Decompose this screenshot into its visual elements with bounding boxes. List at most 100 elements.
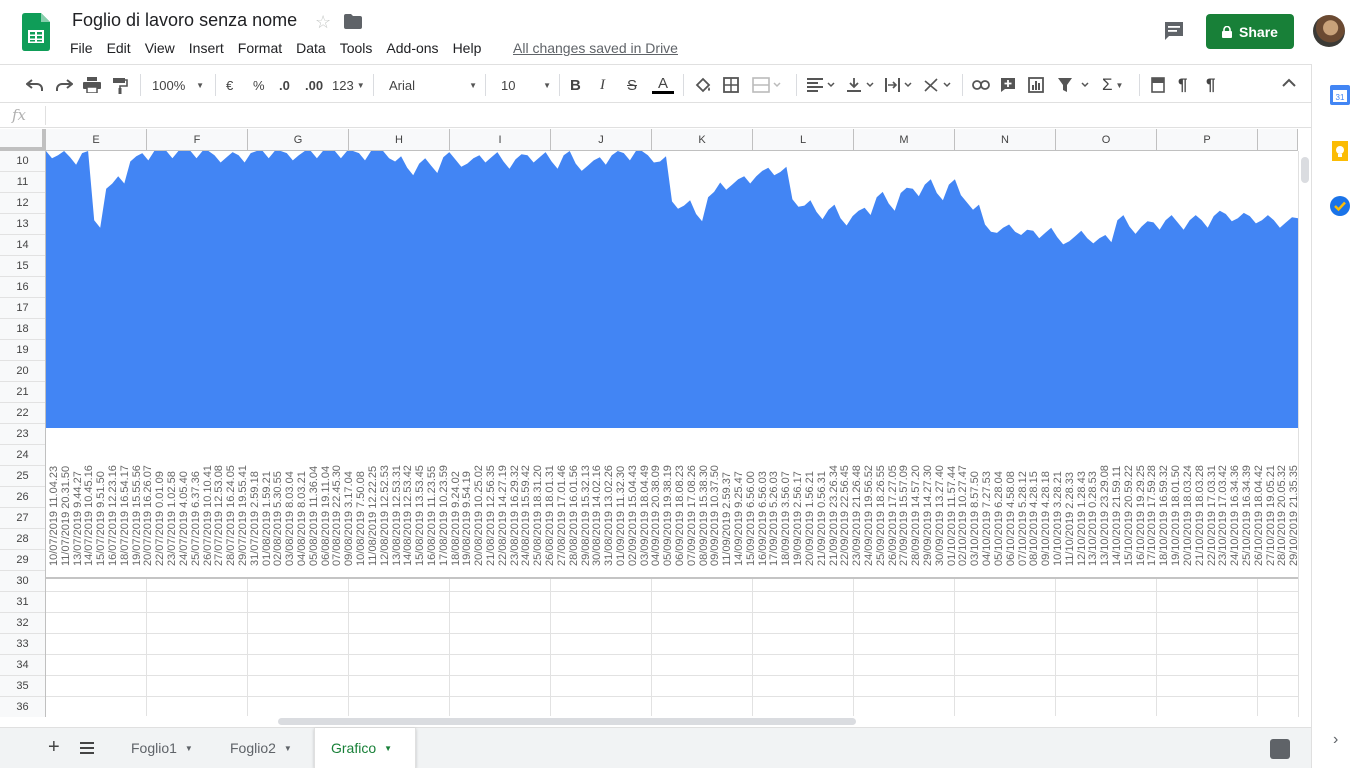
keep-icon[interactable] <box>1329 140 1351 162</box>
row-header-30[interactable]: 30 <box>0 571 45 592</box>
menu-file[interactable]: File <box>70 38 100 58</box>
column-header-partial[interactable] <box>1258 129 1298 151</box>
column-header-n[interactable]: N <box>955 129 1056 151</box>
sheet-tab-grafico[interactable]: Grafico ▼ <box>314 728 416 768</box>
all-sheets-list-icon[interactable] <box>80 742 94 754</box>
row-header-36[interactable]: 36 <box>0 697 45 717</box>
avatar[interactable] <box>1313 15 1345 47</box>
merge-cells-icon[interactable] <box>752 74 782 96</box>
text-color-icon[interactable]: A <box>652 74 674 96</box>
more-formats-select[interactable]: 123 ▼ <box>332 74 365 96</box>
row-header-10[interactable]: 10 <box>0 151 45 172</box>
document-title[interactable]: Foglio di lavoro senza nome <box>72 10 297 31</box>
star-icon[interactable]: ☆ <box>315 12 331 33</box>
align-icon[interactable] <box>807 74 835 96</box>
row-header-15[interactable]: 15 <box>0 256 45 277</box>
row-header-11[interactable]: 11 <box>0 172 45 193</box>
collapse-menus-icon[interactable] <box>1282 75 1296 93</box>
column-header-p[interactable]: P <box>1157 129 1258 151</box>
calendar-icon[interactable]: 31 <box>1329 84 1351 106</box>
column-header-g[interactable]: G <box>248 129 349 151</box>
menu-insert[interactable]: Insert <box>189 38 231 58</box>
italic-icon[interactable]: I <box>600 74 605 96</box>
insert-link-icon[interactable] <box>972 74 990 96</box>
menu-edit[interactable]: Edit <box>107 38 138 58</box>
row-header-31[interactable]: 31 <box>0 592 45 613</box>
column-header-h[interactable]: H <box>349 129 450 151</box>
horizontal-scrollbar[interactable] <box>46 716 1298 727</box>
font-size-select[interactable]: 10 ▼ <box>501 74 551 96</box>
row-header-27[interactable]: 27 <box>0 508 45 529</box>
column-header-l[interactable]: L <box>753 129 854 151</box>
embedded-chart[interactable]: 10/07/2019 11.04.23 11/07/2019 20.31.50 13… <box>46 151 1298 579</box>
row-header-23[interactable]: 23 <box>0 424 45 445</box>
comment-icon[interactable] <box>1163 20 1185 42</box>
folder-icon[interactable] <box>344 14 362 29</box>
rtl-text-direction-icon[interactable]: ¶ <box>1206 74 1215 96</box>
row-header-28[interactable]: 28 <box>0 529 45 550</box>
row-header-17[interactable]: 17 <box>0 298 45 319</box>
currency-format-button[interactable]: € <box>226 74 233 96</box>
row-header-19[interactable]: 19 <box>0 340 45 361</box>
horizontal-scroll-thumb[interactable] <box>278 718 856 725</box>
vertical-scrollbar[interactable] <box>1298 151 1311 717</box>
row-header-26[interactable]: 26 <box>0 487 45 508</box>
menu-view[interactable]: View <box>145 38 182 58</box>
row-header-20[interactable]: 20 <box>0 361 45 382</box>
strikethrough-icon[interactable]: S <box>627 74 637 96</box>
freeze-icon[interactable] <box>1150 74 1166 96</box>
decrease-decimal-button[interactable]: .0 <box>279 74 290 96</box>
filter-icon[interactable] <box>1057 74 1091 96</box>
column-header-j[interactable]: J <box>551 129 652 151</box>
row-header-25[interactable]: 25 <box>0 466 45 487</box>
undo-icon[interactable] <box>26 74 44 96</box>
add-sheet-button[interactable]: + <box>48 736 60 759</box>
column-header-i[interactable]: I <box>450 129 551 151</box>
save-status-link[interactable]: All changes saved in Drive <box>513 40 678 56</box>
bold-icon[interactable]: B <box>570 74 581 96</box>
borders-icon[interactable] <box>723 74 739 96</box>
insert-chart-icon[interactable] <box>1028 74 1044 96</box>
row-header-18[interactable]: 18 <box>0 319 45 340</box>
row-header-29[interactable]: 29 <box>0 550 45 571</box>
ltr-text-direction-icon[interactable]: ¶ <box>1178 74 1187 96</box>
row-header-32[interactable]: 32 <box>0 613 45 634</box>
menu-format[interactable]: Format <box>238 38 289 58</box>
functions-icon[interactable]: Σ ▼ <box>1102 74 1123 96</box>
menu-help[interactable]: Help <box>453 38 489 58</box>
menu-tools[interactable]: Tools <box>340 38 380 58</box>
insert-comment-icon[interactable] <box>1000 74 1016 96</box>
paint-format-icon[interactable] <box>112 74 128 96</box>
row-header-22[interactable]: 22 <box>0 403 45 424</box>
row-header-16[interactable]: 16 <box>0 277 45 298</box>
row-header-13[interactable]: 13 <box>0 214 45 235</box>
sheet-tab-foglio1[interactable]: Foglio1 ▼ <box>115 728 215 768</box>
vertical-scroll-thumb[interactable] <box>1301 157 1309 183</box>
font-select[interactable]: Arial ▼ <box>389 74 477 96</box>
row-header-21[interactable]: 21 <box>0 382 45 403</box>
row-header-24[interactable]: 24 <box>0 445 45 466</box>
column-header-k[interactable]: K <box>652 129 753 151</box>
zoom-select[interactable]: 100% ▼ <box>152 74 204 96</box>
menu-addons[interactable]: Add-ons <box>386 38 445 58</box>
tasks-icon[interactable] <box>1329 195 1351 217</box>
row-header-12[interactable]: 12 <box>0 193 45 214</box>
sheet-tab-foglio2[interactable]: Foglio2 ▼ <box>214 728 314 768</box>
menu-data[interactable]: Data <box>296 38 333 58</box>
redo-icon[interactable] <box>55 74 73 96</box>
row-header-14[interactable]: 14 <box>0 235 45 256</box>
area-series[interactable] <box>46 151 1298 428</box>
column-header-m[interactable]: M <box>854 129 955 151</box>
column-header-o[interactable]: O <box>1056 129 1157 151</box>
cell-grid[interactable]: 10/07/2019 11.04.23 11/07/2019 20.31.50 13… <box>46 151 1298 717</box>
expand-panel-icon[interactable]: › <box>1333 731 1338 749</box>
column-header-f[interactable]: F <box>147 129 248 151</box>
row-header-33[interactable]: 33 <box>0 634 45 655</box>
explore-icon[interactable] <box>1270 739 1290 759</box>
fill-color-icon[interactable] <box>694 74 712 96</box>
increase-decimal-button[interactable]: .00 <box>305 74 323 96</box>
row-header-35[interactable]: 35 <box>0 676 45 697</box>
row-header-34[interactable]: 34 <box>0 655 45 676</box>
percent-format-button[interactable]: % <box>253 74 265 96</box>
select-all-corner[interactable] <box>0 129 46 151</box>
